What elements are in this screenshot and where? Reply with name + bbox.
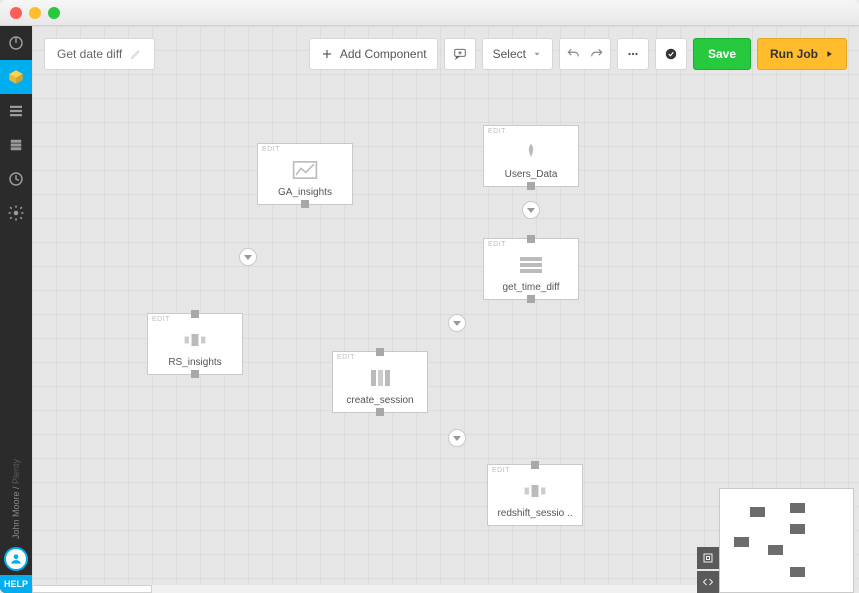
job-title-field[interactable]: Get date diff [44, 38, 155, 70]
node-output-port[interactable] [301, 200, 309, 208]
node-input-port[interactable] [527, 235, 535, 243]
node-output-port[interactable] [527, 295, 535, 303]
node-rs-insights[interactable]: EDIT RS_insights [147, 313, 243, 375]
node-input-port[interactable] [376, 348, 384, 356]
node-redshift-session[interactable]: EDIT redshift_sessio .. [487, 464, 583, 526]
columns-icon [367, 363, 393, 393]
box-icon [7, 68, 25, 86]
node-edit-label[interactable]: EDIT [148, 314, 174, 325]
sidebar-username: John Moore / Plenty [11, 459, 21, 539]
checkmark-circle-icon [664, 47, 678, 61]
user-icon [9, 552, 23, 566]
undo-redo-group [559, 38, 611, 70]
node-input-port[interactable] [531, 461, 539, 469]
select-dropdown[interactable]: Select [482, 38, 553, 70]
window-titlebar [0, 0, 859, 26]
analytics-icon [292, 155, 318, 185]
sidebar-item-settings[interactable] [0, 196, 32, 230]
canvas[interactable]: Get date diff Add Component Select [32, 26, 859, 593]
comment-plus-icon [453, 47, 467, 61]
edge-toggle[interactable] [522, 201, 540, 219]
job-title-text: Get date diff [57, 47, 122, 61]
ellipsis-icon [626, 47, 640, 61]
node-edit-label[interactable]: EDIT [333, 352, 359, 363]
plus-icon [320, 47, 334, 61]
node-edit-label[interactable]: EDIT [488, 465, 514, 476]
node-edit-label[interactable]: EDIT [484, 239, 510, 250]
minimap[interactable] [719, 488, 854, 593]
pencil-icon [130, 48, 142, 60]
power-icon [7, 34, 25, 52]
chevron-down-icon [532, 49, 542, 59]
redshift-icon [182, 325, 208, 355]
edge-toggle[interactable] [448, 314, 466, 332]
sidebar-item-history[interactable] [0, 162, 32, 196]
redshift-icon [522, 476, 548, 506]
play-icon [824, 49, 834, 59]
maximize-window-dot[interactable] [48, 7, 60, 19]
db-icon [7, 136, 25, 154]
history-icon [7, 170, 25, 188]
sidebar-item-list[interactable] [0, 94, 32, 128]
save-button[interactable]: Save [693, 38, 751, 70]
node-ga-insights[interactable]: EDIT GA_insights [257, 143, 353, 205]
node-output-port[interactable] [527, 182, 535, 190]
user-avatar[interactable] [4, 547, 28, 571]
comment-button[interactable] [444, 38, 476, 70]
add-component-button[interactable]: Add Component [309, 38, 438, 70]
fit-icon [702, 552, 714, 564]
minimap-code-button[interactable] [697, 571, 719, 593]
run-job-button[interactable]: Run Job [757, 38, 847, 70]
node-output-port[interactable] [376, 408, 384, 416]
help-button[interactable]: HELP [0, 575, 32, 593]
validate-button[interactable] [655, 38, 687, 70]
add-component-label: Add Component [340, 47, 427, 61]
node-label: redshift_sessio .. [493, 506, 576, 525]
undo-icon[interactable] [566, 47, 580, 61]
node-edit-label[interactable]: EDIT [258, 144, 284, 155]
edge-toggle[interactable] [448, 429, 466, 447]
minimap-fit-button[interactable] [697, 547, 719, 569]
minimize-window-dot[interactable] [29, 7, 41, 19]
node-create-session[interactable]: EDIT create_session [332, 351, 428, 413]
node-edit-label[interactable]: EDIT [484, 126, 510, 137]
close-window-dot[interactable] [10, 7, 22, 19]
list-icon [7, 102, 25, 120]
sidebar-item-db[interactable] [0, 128, 32, 162]
code-icon [702, 576, 714, 588]
sidebar-item-box[interactable] [0, 60, 32, 94]
node-users-data[interactable]: EDIT Users_Data [483, 125, 579, 187]
more-button[interactable] [617, 38, 649, 70]
toolbar: Get date diff Add Component Select [44, 38, 847, 70]
select-label: Select [493, 47, 526, 61]
sidebar-item-power[interactable] [0, 26, 32, 60]
node-get-time-diff[interactable]: EDIT get_time_diff [483, 238, 579, 300]
run-job-label: Run Job [770, 47, 818, 61]
mongo-leaf-icon [518, 137, 544, 167]
main-area: Get date diff Add Component Select [32, 26, 859, 593]
rows-icon [518, 250, 544, 280]
minimap-container [697, 488, 854, 593]
gear-icon [7, 204, 25, 222]
node-input-port[interactable] [191, 310, 199, 318]
edge-toggle[interactable] [239, 248, 257, 266]
node-output-port[interactable] [191, 370, 199, 378]
app-sidebar: John Moore / Plenty HELP [0, 26, 32, 593]
redo-icon[interactable] [590, 47, 604, 61]
